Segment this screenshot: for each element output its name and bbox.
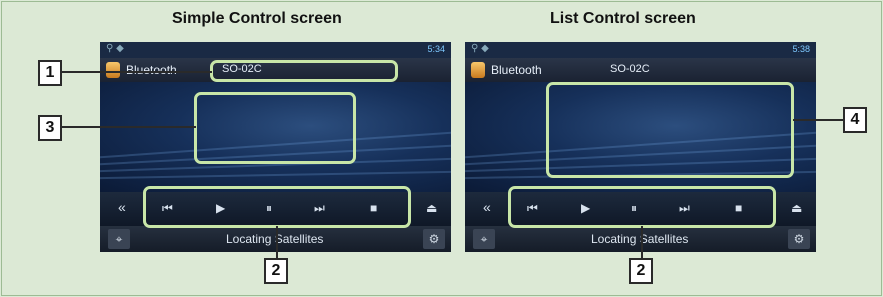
- device-name-highlight: [210, 60, 398, 82]
- callout-3: 3: [38, 115, 62, 141]
- settings-gear-icon[interactable]: ⚙: [423, 229, 445, 249]
- callout-4: 4: [843, 107, 867, 133]
- usb-icon: ⚲ ◆: [106, 43, 124, 54]
- callout-1: 1: [38, 60, 62, 86]
- callout-1-line: [62, 71, 212, 73]
- right-heading: List Control screen: [550, 10, 696, 27]
- left-heading: Simple Control screen: [172, 10, 342, 27]
- callout-2-right: 2: [629, 258, 653, 284]
- source-bar[interactable]: Bluetooth SO-02C: [465, 58, 816, 82]
- source-label: Bluetooth: [491, 63, 542, 77]
- eject-button[interactable]: ⏏: [426, 201, 437, 215]
- device-name: SO-02C: [610, 63, 650, 75]
- usb-icon: ⚲ ◆: [471, 43, 489, 54]
- callout-2-right-line: [641, 226, 643, 260]
- back-button[interactable]: «: [483, 199, 491, 215]
- navigation-status: Locating Satellites: [591, 232, 689, 246]
- callout-2-left: 2: [264, 258, 288, 284]
- callout-3-line: [62, 126, 196, 128]
- artwork-highlight: [194, 92, 356, 164]
- controls-highlight: [508, 186, 776, 228]
- callout-4-line: [793, 119, 845, 121]
- navigation-status: Locating Satellites: [226, 232, 324, 246]
- status-bar: ⚲ ◆ 5:38: [465, 42, 816, 58]
- controls-highlight: [143, 186, 411, 228]
- status-bar: ⚲ ◆ 5:34: [100, 42, 451, 58]
- settings-gear-icon[interactable]: ⚙: [788, 229, 810, 249]
- bluetooth-source-icon: [106, 62, 120, 78]
- back-button[interactable]: «: [118, 199, 126, 215]
- map-button[interactable]: ⌖: [473, 229, 495, 249]
- list-highlight: [546, 82, 794, 178]
- status-time: 5:38: [792, 44, 810, 54]
- callout-2-left-line: [276, 226, 278, 260]
- source-label: Bluetooth: [126, 63, 177, 77]
- status-time: 5:34: [427, 44, 445, 54]
- bluetooth-source-icon: [471, 62, 485, 78]
- eject-button[interactable]: ⏏: [791, 201, 802, 215]
- map-button[interactable]: ⌖: [108, 229, 130, 249]
